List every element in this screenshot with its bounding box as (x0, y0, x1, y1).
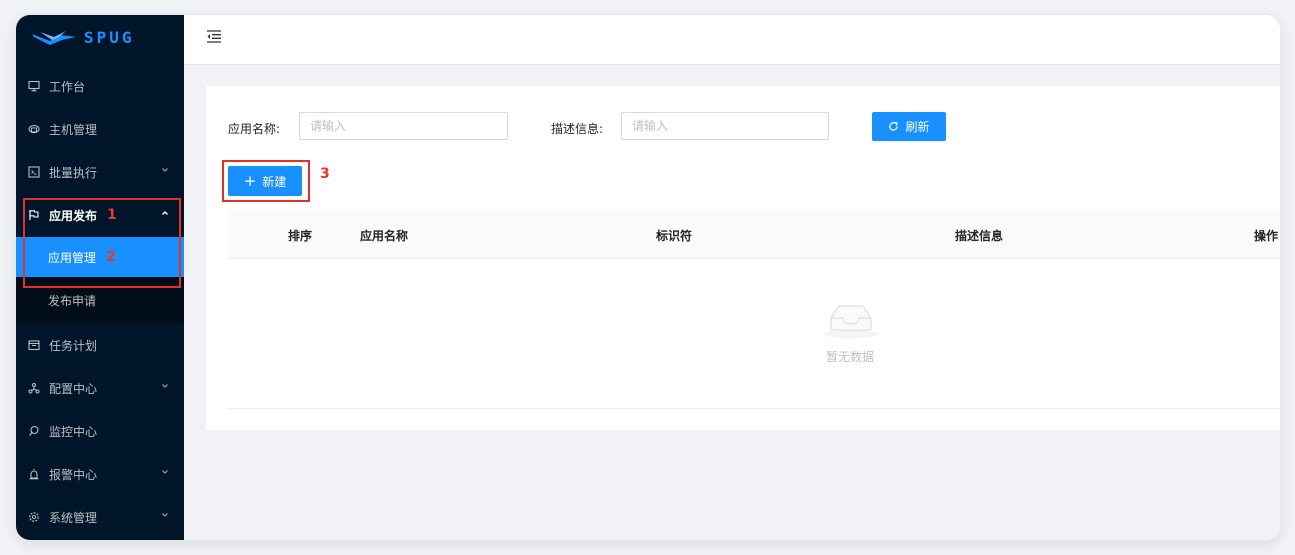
sidebar-item-schedule[interactable]: 任务计划 (16, 325, 184, 365)
sidebar-item-alarm[interactable]: 报警中心 (16, 454, 184, 494)
empty-inbox-icon (823, 305, 879, 338)
sidebar-item-label: 主机管理 (49, 122, 98, 137)
refresh-button[interactable]: 刷新 (872, 112, 946, 141)
desc-input[interactable] (621, 112, 829, 140)
sidebar-item-label: 任务计划 (49, 338, 98, 353)
column-header-app-name: 应用名称 (360, 229, 409, 243)
table-header: 排序 应用名称 标识符 描述信息 操作 (228, 210, 1280, 259)
monitor-search-icon (26, 423, 42, 439)
desktop-icon (26, 78, 42, 94)
sidebar-item-label: 批量执行 (49, 165, 98, 180)
column-header-identifier: 标识符 (656, 229, 693, 243)
top-header (184, 15, 1280, 65)
column-header-description: 描述信息 (955, 229, 1004, 243)
empty-text: 暂无数据 (826, 350, 875, 364)
menu-fold-icon[interactable] (206, 28, 222, 44)
sidebar-item-batch[interactable]: 批量执行 (16, 152, 184, 192)
settings-icon (26, 509, 42, 525)
brand-name: SPUG (84, 28, 135, 47)
sidebar-item-hosts[interactable]: 主机管理 (16, 109, 184, 149)
sidebar-item-label: 报警中心 (49, 467, 98, 482)
sidebar-item-label: 配置中心 (49, 381, 98, 396)
terminal-icon (26, 164, 42, 180)
sidebar-item-label: 系统管理 (49, 510, 98, 525)
calendar-icon (26, 337, 42, 353)
highlight-box-menu (23, 198, 181, 288)
sidebar-item-workbench[interactable]: 工作台 (16, 66, 184, 106)
refresh-label: 刷新 (905, 120, 930, 134)
chevron-down-icon (162, 168, 168, 172)
chevron-down-icon (162, 384, 168, 388)
desc-label: 描述信息: (551, 122, 604, 136)
cluster-icon (26, 380, 42, 396)
annotation-3: 3 (320, 166, 330, 182)
logo[interactable]: SPUG (16, 15, 184, 60)
chevron-down-icon (162, 513, 168, 517)
highlight-box-new (222, 160, 310, 202)
reload-icon (889, 121, 899, 131)
table-body: 暂无数据 (228, 258, 1280, 409)
content-card: 应用名称: 描述信息: 刷新 + 新建 3 排序 应用名称 标识符 描述信息 操… (206, 86, 1280, 430)
logo-icon (32, 31, 76, 45)
column-header-order: 排序 (288, 229, 313, 243)
sidebar-item-system[interactable]: 系统管理 (16, 497, 184, 537)
app-name-input[interactable] (299, 112, 508, 140)
sidebar-item-label: 工作台 (49, 79, 86, 94)
sidebar-item-label: 发布申请 (48, 293, 97, 308)
sidebar-item-monitor[interactable]: 监控中心 (16, 411, 184, 451)
chevron-down-icon (162, 470, 168, 474)
app-window: SPUG 工作台 主机管理 批量执行 应用发布 1 应用管理 2 发布申请 任务… (16, 15, 1280, 540)
app-name-label: 应用名称: (228, 122, 281, 136)
sidebar: SPUG 工作台 主机管理 批量执行 应用发布 1 应用管理 2 发布申请 任务… (16, 15, 184, 540)
alarm-icon (26, 466, 42, 482)
cloud-server-icon (26, 121, 42, 137)
sidebar-item-config[interactable]: 配置中心 (16, 368, 184, 408)
sidebar-item-label: 监控中心 (49, 424, 98, 439)
column-header-actions: 操作 (1254, 229, 1279, 243)
